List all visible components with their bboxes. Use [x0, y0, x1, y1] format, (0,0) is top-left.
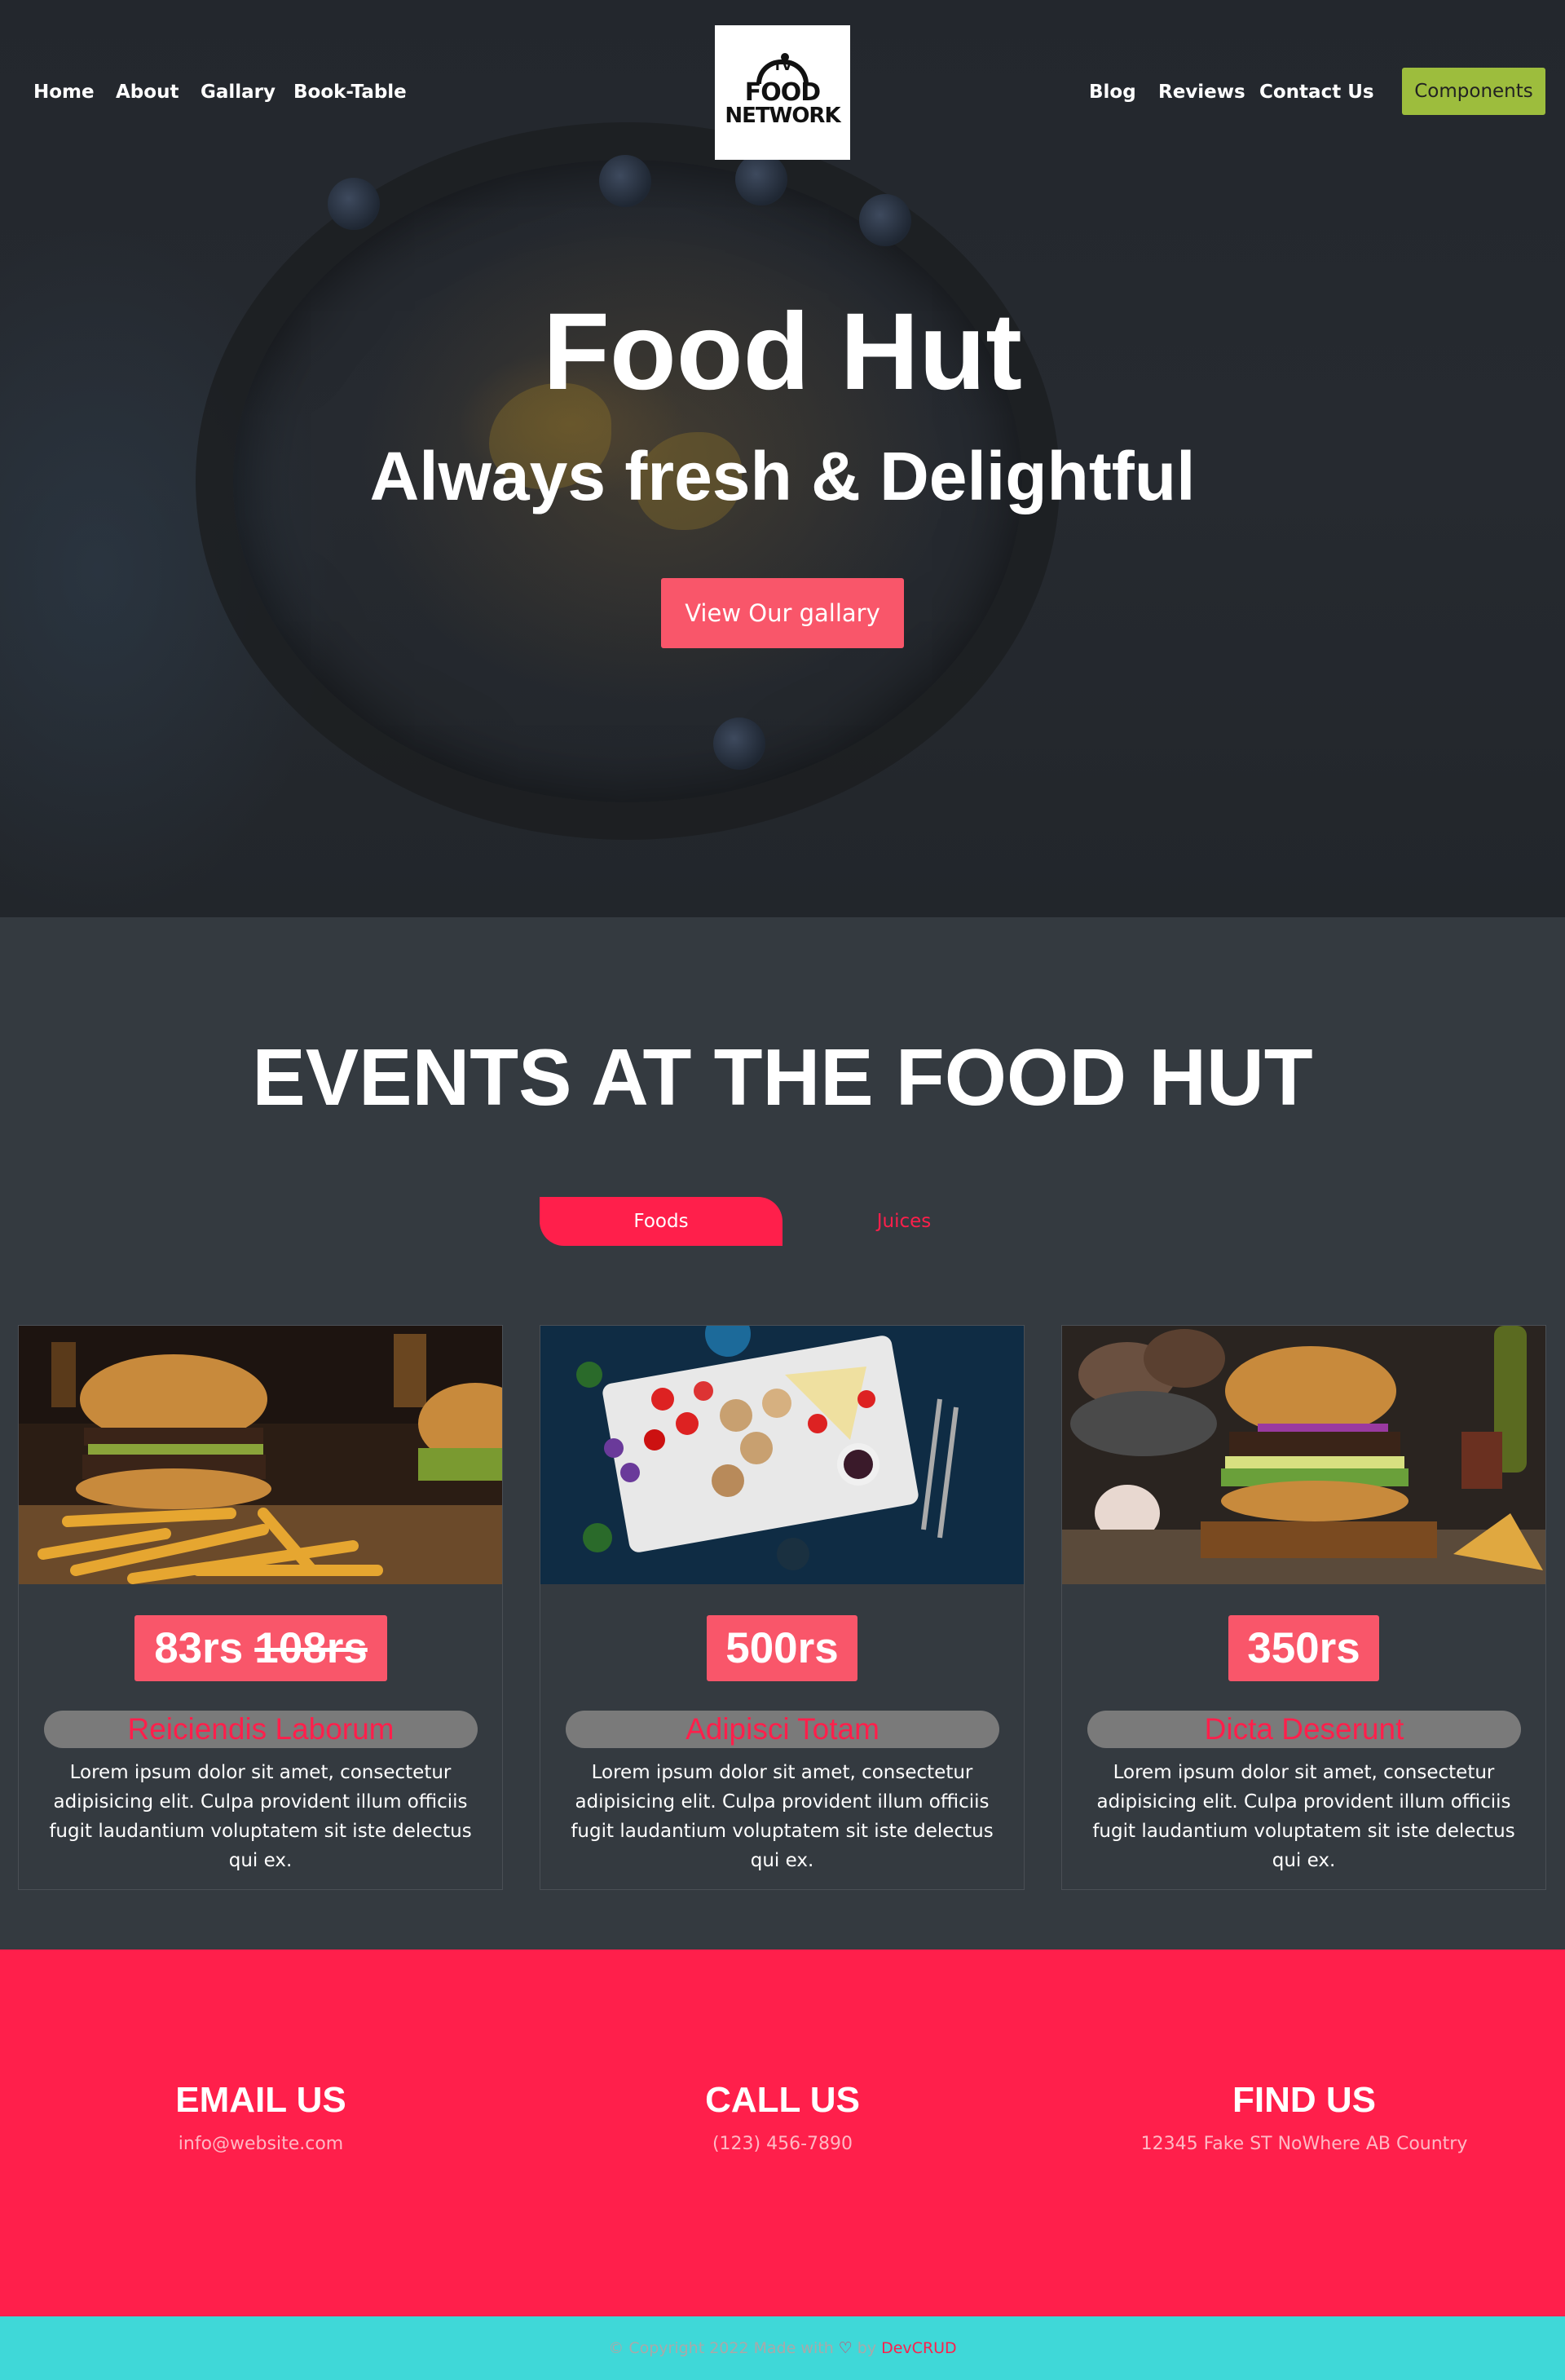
hero-section: Home About Gallary Book-Table TV FOOD NE…	[0, 0, 1565, 917]
price-tag: 500rs	[707, 1615, 857, 1681]
price-old: 108rs	[254, 1624, 368, 1672]
footer-author-link[interactable]: DevCRUD	[881, 2339, 957, 2357]
burger-fries-image	[19, 1326, 502, 1584]
price-current: 350rs	[1247, 1624, 1360, 1672]
email-address[interactable]: info@website.com	[0, 2134, 522, 2154]
nav-contact-us[interactable]: Contact Us	[1259, 82, 1374, 103]
logo-line1: FOOD	[744, 77, 821, 107]
events-title: EVENTS AT THE FOOD HUT	[252, 1032, 1313, 1122]
logo[interactable]: TV FOOD NETWORK	[715, 25, 850, 160]
hero-blueberry-decoration	[328, 178, 380, 230]
heart-icon: ♡	[838, 2339, 853, 2357]
card-description: Lorem ipsum dolor sit amet, consectetur …	[49, 1762, 472, 1871]
footer: © Copyright 2022 Made with ♡ by DevCRUD	[0, 2316, 1565, 2380]
price-tag: 83rs 108rs	[134, 1615, 387, 1681]
burger-board-image	[1062, 1326, 1545, 1584]
components-button[interactable]: Components	[1402, 68, 1545, 115]
event-card: 500rs Adipisci Totam Lorem ipsum dolor s…	[540, 1325, 1025, 1890]
price-current: 83rs	[154, 1624, 244, 1672]
nav-gallary[interactable]: Gallary	[201, 82, 276, 103]
card-description: Lorem ipsum dolor sit amet, consectetur …	[571, 1762, 994, 1871]
nav-home[interactable]: Home	[33, 82, 95, 103]
event-card: 83rs 108rs Reiciendis Laborum Lorem ipsum…	[18, 1325, 503, 1890]
event-card: 350rs Dicta Deserunt Lorem ipsum dolor s…	[1061, 1325, 1546, 1890]
footer-copyright: © Copyright 2022 Made with	[608, 2339, 834, 2357]
nav-blog[interactable]: Blog	[1089, 82, 1136, 103]
card-name[interactable]: Adipisci Totam	[566, 1711, 999, 1748]
card-name[interactable]: Reiciendis Laborum	[44, 1711, 478, 1748]
logo-line2: NETWORK	[725, 103, 840, 128]
price-current: 500rs	[725, 1624, 839, 1672]
card-description: Lorem ipsum dolor sit amet, consectetur …	[1092, 1762, 1515, 1871]
price-tag: 350rs	[1228, 1615, 1379, 1681]
email-title: EMAIL US	[175, 2080, 346, 2120]
hero-blueberry-decoration	[735, 153, 787, 205]
hero-blueberry-decoration	[859, 194, 911, 246]
contact-section: EMAIL US info@website.com CALL US (123) …	[0, 1949, 1565, 2316]
address: 12345 Fake ST NoWhere AB Country	[1140, 2134, 1468, 2154]
contact-find: FIND US 12345 Fake ST NoWhere AB Country	[1043, 2080, 1565, 2154]
hero-blueberry-decoration	[599, 155, 651, 207]
find-title: FIND US	[1232, 2080, 1376, 2120]
nav-about[interactable]: About	[116, 82, 179, 103]
hero-subtitle: Always fresh & Delightful	[369, 438, 1196, 514]
tab-foods[interactable]: Foods	[540, 1197, 782, 1246]
nav-book-table[interactable]: Book-Table	[293, 82, 407, 103]
call-title: CALL US	[705, 2080, 860, 2120]
hero-title: Food Hut	[543, 291, 1022, 413]
view-gallery-button[interactable]: View Our gallary	[661, 578, 904, 648]
footer-by: by	[857, 2339, 877, 2357]
tab-juices[interactable]: Juices	[782, 1197, 1025, 1246]
contact-call: CALL US (123) 456-7890	[522, 2080, 1043, 2154]
phone-number[interactable]: (123) 456-7890	[522, 2134, 1043, 2154]
contact-email: EMAIL US info@website.com	[0, 2080, 522, 2154]
platter-strawberries-image	[540, 1326, 1024, 1584]
card-name[interactable]: Dicta Deserunt	[1087, 1711, 1521, 1748]
nav-reviews[interactable]: Reviews	[1158, 82, 1245, 103]
hero-blueberry-decoration	[713, 718, 765, 770]
